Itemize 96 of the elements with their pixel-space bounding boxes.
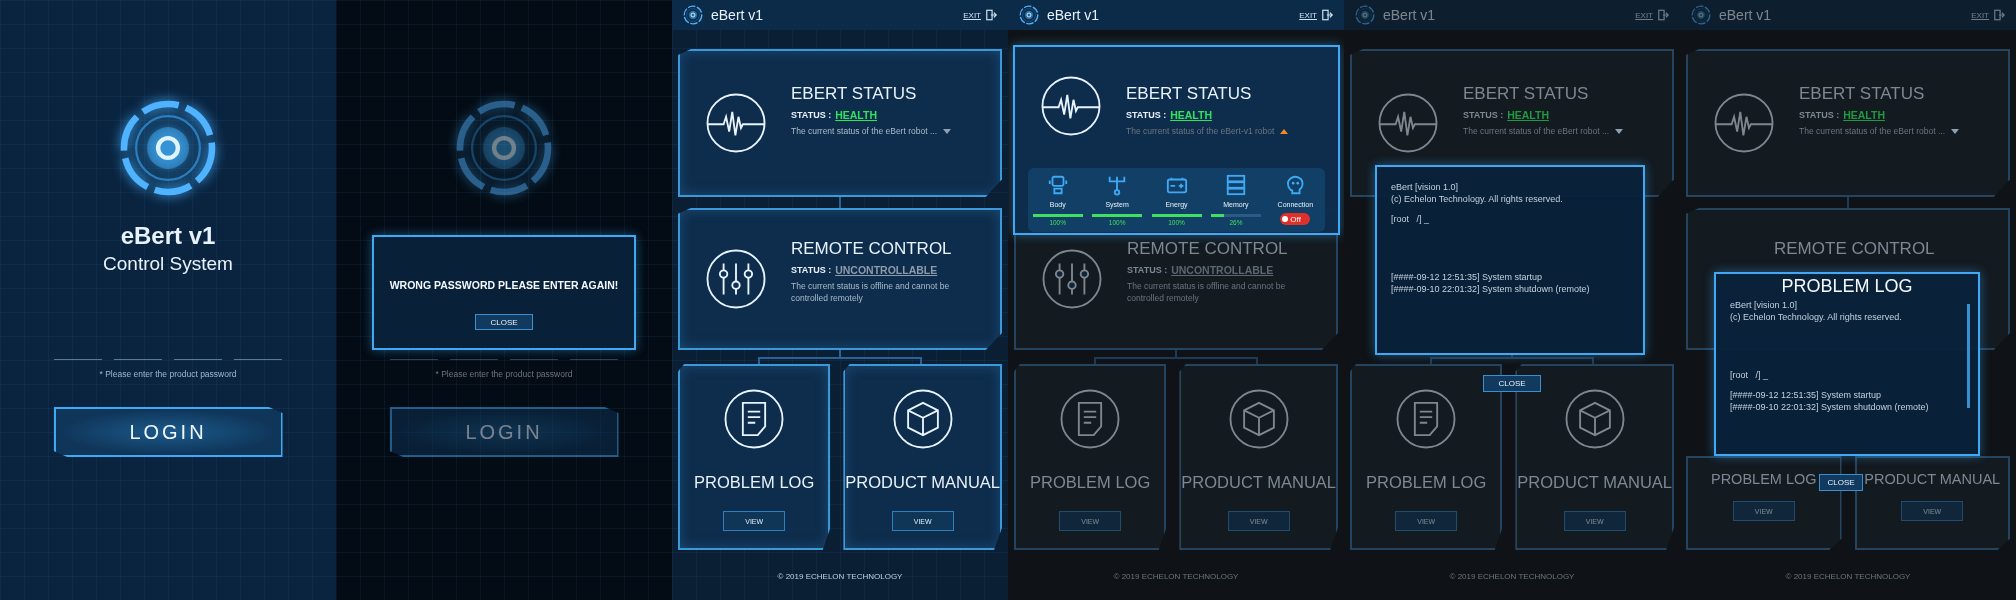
exit-link[interactable]: EXIT xyxy=(1971,10,1989,20)
card-description: The current status of the eBert robot ... xyxy=(1463,125,1609,137)
card-title: REMOTE CONTROL xyxy=(1127,238,1289,260)
status-label: STATUS : xyxy=(1463,110,1504,120)
log-line: [root /] _ xyxy=(1730,369,1770,381)
hint-text: * Please enter the product password xyxy=(435,368,573,380)
status-label: STATUS : xyxy=(1126,110,1167,120)
log-line: [####-09-12 12:51:35] System startup xyxy=(1730,389,1883,401)
log-line: (c) Echelon Technology. All rights reserved. xyxy=(1730,311,1903,323)
alert-message: WRONG PASSWORD PLEASE ENTER AGAIN! xyxy=(389,278,619,293)
cube-icon xyxy=(1563,388,1626,450)
robot-icon xyxy=(1046,174,1069,196)
caret-icon[interactable] xyxy=(1615,128,1623,134)
caret-icon[interactable] xyxy=(943,128,951,134)
card-title: PRODUCT MANUAL xyxy=(1181,472,1336,493)
card-title: PRODUCT MANUAL xyxy=(1517,472,1672,493)
caret-icon[interactable] xyxy=(1951,128,1959,134)
scrollbar[interactable] xyxy=(1967,304,1970,408)
logo-icon xyxy=(1690,4,1712,26)
card-title: REMOTE CONTROL xyxy=(791,238,953,260)
app-title: eBert v1 xyxy=(1047,7,1100,23)
card-description: The current status is offline and cannot be controlled remotely xyxy=(791,280,951,304)
exit-link[interactable]: EXIT xyxy=(1299,10,1317,20)
cube-icon xyxy=(891,388,954,450)
document-icon xyxy=(1059,388,1122,450)
log-line: eBert [vision 1.0] xyxy=(1730,299,1799,311)
log-line: [root /] _ xyxy=(1391,213,1431,225)
app-title: eBert v1 xyxy=(1719,7,1772,23)
log-line: eBert [vision 1.0] xyxy=(1391,181,1460,193)
status-value[interactable]: HEALTH xyxy=(1507,109,1549,121)
card-description: The current status of the eBert robot ... xyxy=(1799,125,1945,137)
pulse-icon xyxy=(1040,75,1102,137)
card-title: PROBLEM LOG xyxy=(1030,472,1151,493)
status-label: STATUS : xyxy=(791,265,832,275)
footer-text: © 2019 ECHELON TECHNOLOGY xyxy=(776,571,904,583)
card-title: PROBLEM LOG xyxy=(1366,472,1487,493)
exit-icon xyxy=(1321,9,1334,21)
dashboard-card[interactable]: EBERT STATUS STATUS : HEALTH The current status of the eBert robot ... xyxy=(1686,49,2010,197)
card-title: EBERT STATUS xyxy=(1799,83,1926,105)
sliders-icon xyxy=(1041,248,1103,310)
login-button[interactable]: LOGIN xyxy=(53,407,283,457)
hint-text: * Please enter the product password xyxy=(99,368,237,380)
card-title: EBERT STATUS xyxy=(1126,83,1253,105)
logo-icon xyxy=(682,4,704,26)
close-button[interactable]: CLOSE xyxy=(475,314,533,330)
card-description: The current status of the eBert-v1 robot xyxy=(1126,125,1275,137)
status-value[interactable]: UNCONTROLLABLE xyxy=(835,264,938,276)
footer-text: © 2019 ECHELON TECHNOLOGY xyxy=(1448,571,1576,583)
card-title: PROBLEM LOG xyxy=(1710,470,1817,489)
app-title: eBert v1 xyxy=(120,222,216,250)
toggle-switch[interactable]: Off xyxy=(1280,213,1311,225)
pulse-icon xyxy=(1377,92,1439,154)
footer-text: © 2019 ECHELON TECHNOLOGY xyxy=(1112,571,1240,583)
exit-link[interactable]: EXIT xyxy=(1635,10,1653,20)
card-title: PRODUCT MANUAL xyxy=(845,472,1000,493)
dashboard-card[interactable]: REMOTE CONTROL STATUS : UNCONTROLLABLE The current status is offline and cannot be controlled remotely xyxy=(678,208,1002,350)
app-title: eBert v1 xyxy=(1383,7,1436,23)
status-label: STATUS : xyxy=(1127,265,1168,275)
exit-link[interactable]: EXIT xyxy=(963,10,981,20)
caret-icon[interactable] xyxy=(1280,128,1289,134)
dashboard-card[interactable]: EBERT STATUS STATUS : HEALTH The current status of the eBert robot ... xyxy=(678,49,1002,197)
document-icon xyxy=(723,388,786,450)
app-title: eBert v1 xyxy=(711,7,764,23)
pulse-icon xyxy=(1713,92,1775,154)
cube-icon xyxy=(1227,388,1290,450)
card-description: The current status is offline and cannot be controlled remotely xyxy=(1127,280,1287,304)
logo-icon xyxy=(1354,4,1376,26)
status-value[interactable]: HEALTH xyxy=(1843,109,1885,121)
card-title: EBERT STATUS xyxy=(1463,83,1590,105)
card-description: The current status of the eBert robot ... xyxy=(791,125,937,137)
exit-icon xyxy=(1657,9,1670,21)
log-line: [####-09-12 12:51:35] System startup xyxy=(1391,271,1544,283)
card-title: EBERT STATUS xyxy=(791,83,918,105)
server-icon xyxy=(1224,174,1247,196)
status-label: STATUS : xyxy=(1799,110,1840,120)
log-line: [####-09-10 22:01:32] System shutdown (remote) xyxy=(1730,401,1930,413)
status-label: STATUS : xyxy=(791,110,832,120)
close-button[interactable]: CLOSE xyxy=(1483,375,1541,392)
card-title: PROBLEM LOG xyxy=(694,472,815,493)
log-line: [####-09-10 22:01:32] System shutdown (remote) xyxy=(1391,283,1591,295)
dialog-title: PROBLEM LOG xyxy=(1780,275,1914,298)
login-button[interactable]: LOGIN xyxy=(389,407,619,457)
status-value[interactable]: HEALTH xyxy=(1170,109,1212,121)
close-button[interactable]: CLOSE xyxy=(1819,474,1863,491)
sliders-icon xyxy=(705,248,767,310)
status-value[interactable]: UNCONTROLLABLE xyxy=(1171,264,1274,276)
pulse-icon xyxy=(705,92,767,154)
status-value[interactable]: HEALTH xyxy=(835,109,877,121)
card-title: PRODUCT MANUAL xyxy=(1864,470,2001,489)
logo-icon xyxy=(1018,4,1040,26)
footer-text: © 2019 ECHELON TECHNOLOGY xyxy=(1784,571,1912,583)
card-title: REMOTE CONTROL xyxy=(1774,238,1935,260)
app-subtitle: Control System xyxy=(103,253,233,275)
exit-icon xyxy=(1993,9,2006,21)
exit-icon xyxy=(985,9,998,21)
document-icon xyxy=(1395,388,1458,450)
